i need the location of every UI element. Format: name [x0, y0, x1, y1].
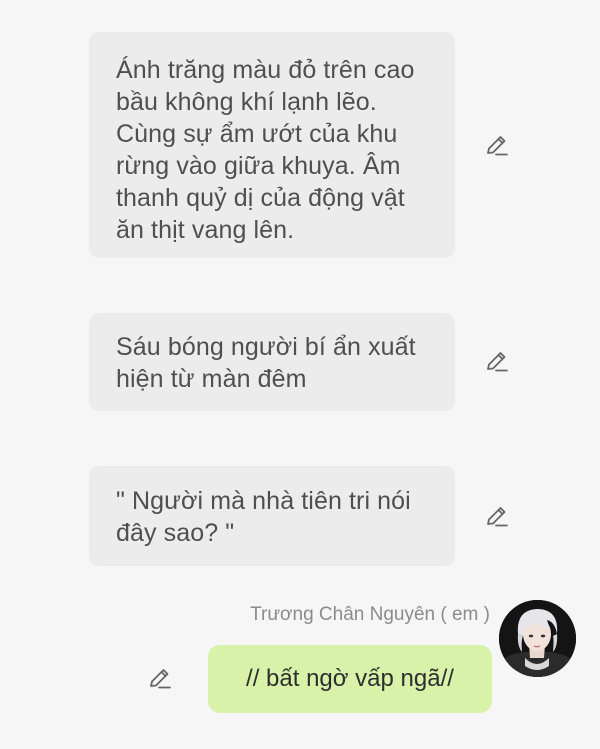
message-text: Sáu bóng người bí ẩn xuất hiện từ màn đê… — [116, 333, 416, 393]
user-avatar[interactable] — [499, 600, 576, 677]
reply-text: // bất ngờ vấp ngã// — [246, 665, 454, 692]
edit-icon[interactable] — [484, 133, 510, 159]
message-text: " Người mà nhà tiên tri nói đây sao? " — [116, 487, 411, 547]
edit-icon[interactable] — [484, 504, 510, 530]
message-bubble[interactable]: Sáu bóng người bí ẩn xuất hiện từ màn đê… — [89, 313, 455, 411]
avatar-image — [499, 600, 576, 677]
sender-name: Trương Chân Nguyên ( em ) — [250, 604, 490, 625]
edit-icon[interactable] — [484, 349, 510, 375]
message-bubble[interactable]: Ánh trăng màu đỏ trên cao bầu không khí … — [89, 32, 455, 258]
reply-bubble[interactable]: // bất ngờ vấp ngã// — [208, 645, 492, 713]
edit-icon[interactable] — [147, 666, 173, 692]
message-bubble[interactable]: " Người mà nhà tiên tri nói đây sao? " — [89, 466, 455, 566]
message-text: Ánh trăng màu đỏ trên cao bầu không khí … — [116, 56, 415, 244]
